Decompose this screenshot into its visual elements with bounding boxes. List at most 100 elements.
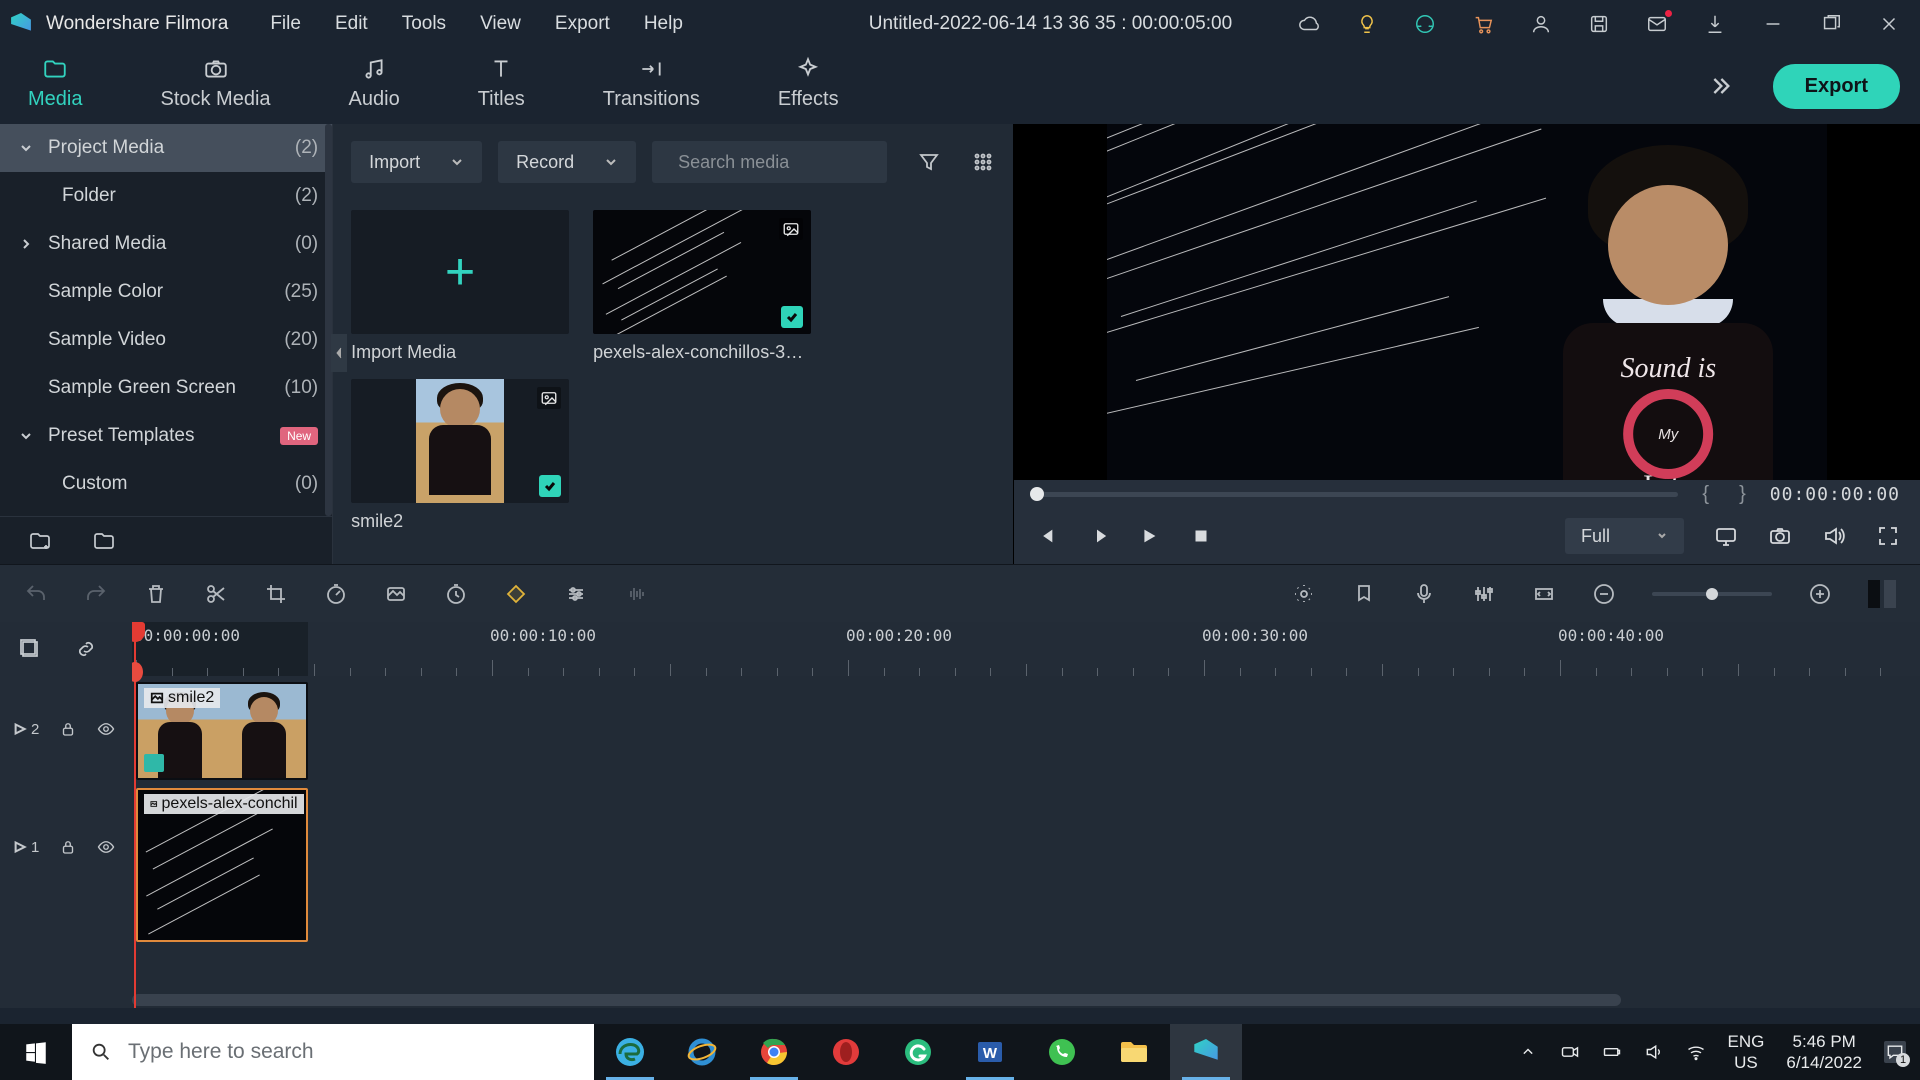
taskbar-app-whatsapp[interactable] — [1026, 1024, 1098, 1080]
stop-button[interactable] — [1190, 525, 1212, 547]
taskbar-app-explorer[interactable] — [1098, 1024, 1170, 1080]
split-icon[interactable] — [204, 582, 228, 606]
account-icon[interactable] — [1530, 13, 1552, 35]
maximize-icon[interactable] — [1820, 13, 1842, 35]
render-icon[interactable] — [1292, 582, 1316, 606]
sidebar-item-sample-video[interactable]: Sample Video (20) — [0, 316, 332, 364]
volume-icon[interactable] — [1822, 524, 1846, 548]
visibility-icon[interactable] — [97, 720, 115, 738]
sidebar-item-shared-media[interactable]: Shared Media (0) — [0, 220, 332, 268]
crop-icon[interactable] — [264, 582, 288, 606]
sidebar-item-sample-color[interactable]: Sample Color (25) — [0, 268, 332, 316]
visibility-icon[interactable] — [97, 838, 115, 856]
play-button[interactable] — [1138, 525, 1160, 547]
taskbar-app-word[interactable]: W — [954, 1024, 1026, 1080]
collapse-sidebar-button[interactable] — [331, 334, 347, 372]
timeline-layout-toggle[interactable] — [1868, 580, 1896, 608]
export-button[interactable]: Export — [1773, 64, 1900, 109]
messages-icon[interactable] — [1646, 13, 1668, 35]
grid-view-icon[interactable] — [971, 150, 995, 174]
prev-frame-button[interactable] — [1034, 525, 1056, 547]
keyframe-icon[interactable] — [504, 582, 528, 606]
track-header[interactable]: 1 — [0, 782, 132, 912]
menu-help[interactable]: Help — [644, 13, 683, 35]
support-icon[interactable] — [1414, 13, 1436, 35]
input-language[interactable]: ENG US — [1728, 1031, 1765, 1074]
wifi-icon[interactable] — [1686, 1042, 1706, 1062]
scrub-slider[interactable] — [1034, 492, 1678, 497]
timeline-clip[interactable]: smile2 — [136, 682, 308, 780]
tab-audio[interactable]: Audio — [341, 50, 408, 123]
menu-file[interactable]: File — [270, 13, 301, 35]
voiceover-icon[interactable] — [1412, 582, 1436, 606]
timeline-clip[interactable]: pexels-alex-conchil — [136, 788, 308, 942]
display-settings-icon[interactable] — [1714, 524, 1738, 548]
taskbar-app-grammarly[interactable] — [882, 1024, 954, 1080]
taskbar-app-edge[interactable] — [594, 1024, 666, 1080]
store-icon[interactable] — [1472, 13, 1494, 35]
menu-tools[interactable]: Tools — [402, 13, 446, 35]
delete-icon[interactable] — [144, 582, 168, 606]
filter-icon[interactable] — [917, 150, 941, 174]
menu-view[interactable]: View — [480, 13, 521, 35]
sound-icon[interactable] — [1644, 1042, 1664, 1062]
sidebar-item-folder[interactable]: Folder (2) — [0, 172, 332, 220]
audio-wave-icon[interactable] — [624, 582, 648, 606]
mark-in-icon[interactable]: { — [1696, 483, 1715, 506]
download-icon[interactable] — [1704, 13, 1726, 35]
track-header[interactable]: 2 — [0, 676, 132, 782]
sidebar-item-project-media[interactable]: Project Media (2) — [0, 124, 332, 172]
redo-icon[interactable] — [84, 582, 108, 606]
save-icon[interactable] — [1588, 13, 1610, 35]
close-icon[interactable] — [1878, 13, 1900, 35]
meet-now-icon[interactable] — [1560, 1042, 1580, 1062]
more-panels-icon[interactable] — [1705, 72, 1733, 100]
search-input[interactable] — [678, 152, 910, 173]
timeline-h-scrollbar[interactable] — [132, 994, 1750, 1006]
taskbar-search[interactable]: Type here to search — [72, 1024, 594, 1080]
import-dropdown[interactable]: Import — [351, 141, 482, 183]
undo-icon[interactable] — [24, 582, 48, 606]
snapshot-icon[interactable] — [1768, 524, 1792, 548]
playhead[interactable] — [134, 622, 136, 1008]
link-toggle-icon[interactable] — [74, 637, 98, 661]
audio-mixer-icon[interactable] — [1472, 582, 1496, 606]
timeline-ruler[interactable]: 00:00:00:0000:00:10:0000:00:20:0000:00:3… — [132, 622, 1920, 676]
media-item[interactable]: pexels-alex-conchillos-37… — [593, 210, 811, 363]
timeline-body[interactable]: 00:00:00:0000:00:10:0000:00:20:0000:00:3… — [132, 622, 1920, 1008]
media-item[interactable]: smile2 — [351, 379, 569, 532]
sidebar-item-preset-templates[interactable]: Preset Templates New — [0, 412, 332, 460]
lock-icon[interactable] — [59, 720, 77, 738]
record-dropdown[interactable]: Record — [498, 141, 636, 183]
fullscreen-icon[interactable] — [1876, 524, 1900, 548]
lock-icon[interactable] — [59, 838, 77, 856]
taskbar-app-filmora[interactable] — [1170, 1024, 1242, 1080]
speed-icon[interactable] — [324, 582, 348, 606]
search-media[interactable] — [652, 141, 887, 183]
tray-overflow-icon[interactable] — [1518, 1042, 1538, 1062]
preview-quality-dropdown[interactable]: Full — [1565, 518, 1684, 554]
zoom-out-icon[interactable] — [1592, 582, 1616, 606]
folder-icon[interactable] — [92, 529, 116, 553]
tips-icon[interactable] — [1356, 13, 1378, 35]
taskbar-app-chrome[interactable] — [738, 1024, 810, 1080]
duration-icon[interactable] — [444, 582, 468, 606]
menu-edit[interactable]: Edit — [335, 13, 368, 35]
clock[interactable]: 5:46 PM 6/14/2022 — [1786, 1031, 1862, 1074]
taskbar-app-opera[interactable] — [810, 1024, 882, 1080]
select-all-tracks-icon[interactable] — [18, 637, 42, 661]
sidebar-item-sample-green-screen[interactable]: Sample Green Screen (10) — [0, 364, 332, 412]
menu-export[interactable]: Export — [555, 13, 610, 35]
play-pause-button[interactable] — [1086, 525, 1108, 547]
tab-stock-media[interactable]: Stock Media — [152, 50, 278, 123]
import-media-tile[interactable]: + Import Media — [351, 210, 569, 363]
zoom-in-icon[interactable] — [1808, 582, 1832, 606]
tab-transitions[interactable]: Transitions — [595, 50, 708, 123]
cloud-icon[interactable] — [1298, 13, 1320, 35]
mark-out-icon[interactable]: } — [1733, 483, 1752, 506]
action-center-icon[interactable]: 1 — [1884, 1041, 1906, 1063]
tab-effects[interactable]: Effects — [770, 50, 847, 123]
tab-media[interactable]: Media — [20, 50, 90, 123]
zoom-slider[interactable] — [1652, 592, 1772, 596]
fit-timeline-icon[interactable] — [1532, 582, 1556, 606]
